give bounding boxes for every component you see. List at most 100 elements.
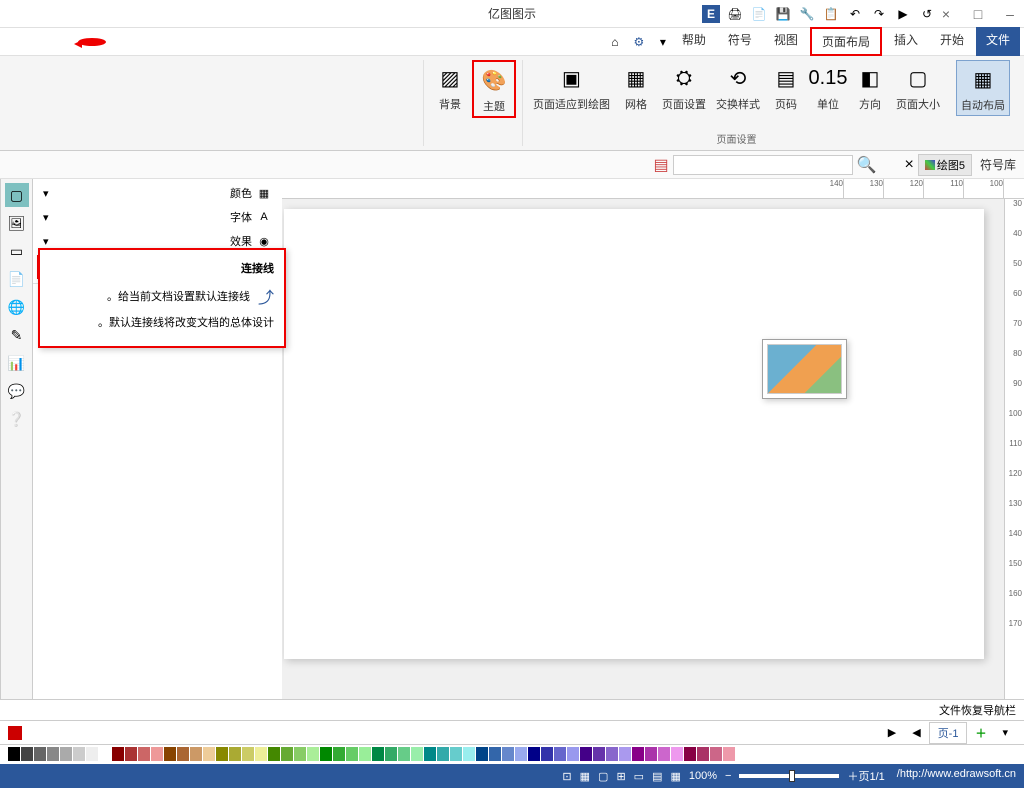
color-swatch[interactable] bbox=[658, 747, 670, 761]
vtool-7[interactable]: 💬 bbox=[5, 379, 29, 403]
color-swatch[interactable] bbox=[125, 747, 137, 761]
color-swatch[interactable] bbox=[138, 747, 150, 761]
color-swatch[interactable] bbox=[697, 747, 709, 761]
theme-thumbnail[interactable] bbox=[767, 344, 842, 394]
color-swatch[interactable] bbox=[242, 747, 254, 761]
canvas-area[interactable]: 100110120130140 304050607080901001101201… bbox=[282, 179, 1024, 699]
color-swatch[interactable] bbox=[593, 747, 605, 761]
canvas-page[interactable] bbox=[284, 209, 984, 659]
vtool-1[interactable]: 🖼 bbox=[5, 211, 29, 235]
prev-page-button[interactable]: ◀ bbox=[904, 724, 928, 741]
ribbon-btn-页面适应到绘图[interactable]: ▣页面适应到绘图 bbox=[529, 60, 614, 114]
titlebar-icon-8[interactable]: ▶ bbox=[894, 5, 912, 23]
color-swatch[interactable] bbox=[255, 747, 267, 761]
titlebar-icon-1[interactable]: 🖨 bbox=[726, 5, 744, 23]
panel-item-字体[interactable]: A字体▾ bbox=[37, 207, 278, 227]
color-swatch[interactable] bbox=[450, 747, 462, 761]
color-swatch[interactable] bbox=[294, 747, 306, 761]
titlebar-icon-3[interactable]: 💾 bbox=[774, 5, 792, 23]
search-icon[interactable]: 🔍 bbox=[857, 155, 877, 175]
menu-tab-页面布局[interactable]: 页面布局 bbox=[810, 27, 882, 56]
ribbon-btn-交换样式[interactable]: ⟲交换样式 bbox=[712, 60, 764, 114]
menu-tab-插入[interactable]: 插入 bbox=[884, 27, 928, 56]
color-swatch[interactable] bbox=[437, 747, 449, 761]
color-swatch[interactable] bbox=[8, 747, 20, 761]
panel-item-颜色[interactable]: ▦颜色▾ bbox=[37, 183, 278, 203]
color-swatch[interactable] bbox=[60, 747, 72, 761]
page-list-dropdown[interactable]: ▾ bbox=[994, 724, 1016, 741]
titlebar-icon-9[interactable]: ↺ bbox=[918, 5, 936, 23]
tab-close-icon[interactable]: × bbox=[905, 156, 914, 174]
window-max-button[interactable]: □ bbox=[968, 4, 988, 24]
color-swatch[interactable] bbox=[229, 747, 241, 761]
color-swatch[interactable] bbox=[645, 747, 657, 761]
color-swatch[interactable] bbox=[333, 747, 345, 761]
color-swatch[interactable] bbox=[385, 747, 397, 761]
gear-icon[interactable]: ⚙ bbox=[630, 33, 648, 51]
drawing-tab[interactable]: 绘图5 bbox=[918, 154, 972, 176]
view-mode-icon-4[interactable]: ▢ bbox=[598, 770, 608, 783]
color-swatch[interactable] bbox=[372, 747, 384, 761]
color-swatch[interactable] bbox=[723, 747, 735, 761]
color-swatch[interactable] bbox=[398, 747, 410, 761]
titlebar-icon-0[interactable]: E bbox=[702, 5, 720, 23]
vtool-5[interactable]: ✎ bbox=[5, 323, 29, 347]
color-swatch[interactable] bbox=[580, 747, 592, 761]
color-swatch[interactable] bbox=[463, 747, 475, 761]
color-swatch[interactable] bbox=[476, 747, 488, 761]
color-swatch[interactable] bbox=[632, 747, 644, 761]
menu-tab-开始[interactable]: 开始 bbox=[930, 27, 974, 56]
menu-tab-文件[interactable]: 文件 bbox=[976, 27, 1020, 56]
view-mode-icon-3[interactable]: ⊞ bbox=[616, 770, 625, 783]
color-swatch[interactable] bbox=[307, 747, 319, 761]
menu-tab-视图[interactable]: 视图 bbox=[764, 27, 808, 56]
view-mode-icon-1[interactable]: ▤ bbox=[652, 770, 662, 783]
view-mode-icon-5[interactable]: ▦ bbox=[580, 770, 590, 783]
color-swatch[interactable] bbox=[281, 747, 293, 761]
color-swatch[interactable] bbox=[671, 747, 683, 761]
next-page-button[interactable]: ▶ bbox=[880, 724, 904, 741]
color-swatch[interactable] bbox=[99, 747, 111, 761]
color-swatch[interactable] bbox=[489, 747, 501, 761]
color-swatch[interactable] bbox=[190, 747, 202, 761]
titlebar-icon-7[interactable]: ↷ bbox=[870, 5, 888, 23]
color-swatch[interactable] bbox=[554, 747, 566, 761]
window-close-button[interactable]: × bbox=[936, 4, 956, 24]
color-swatch[interactable] bbox=[216, 747, 228, 761]
color-swatch[interactable] bbox=[567, 747, 579, 761]
titlebar-icon-4[interactable]: 🔧 bbox=[798, 5, 816, 23]
color-swatch[interactable] bbox=[47, 747, 59, 761]
vtool-6[interactable]: 📊 bbox=[5, 351, 29, 375]
zoom-level[interactable]: 100% bbox=[689, 770, 717, 782]
color-swatch[interactable] bbox=[528, 747, 540, 761]
ribbon-btn-单位[interactable]: 0.15单位 bbox=[808, 60, 848, 114]
search-input[interactable] bbox=[673, 155, 853, 175]
color-swatch[interactable] bbox=[112, 747, 124, 761]
view-mode-icon-6[interactable]: ⊡ bbox=[562, 770, 571, 783]
color-swatch[interactable] bbox=[86, 747, 98, 761]
vtool-4[interactable]: 🌐 bbox=[5, 295, 29, 319]
window-min-button[interactable]: – bbox=[1000, 4, 1020, 24]
vtool-0[interactable]: ▢ bbox=[5, 183, 29, 207]
ribbon-btn-页码[interactable]: ▤页码 bbox=[766, 60, 806, 114]
zoom-slider[interactable] bbox=[739, 774, 839, 778]
titlebar-icon-5[interactable]: 📋 bbox=[822, 5, 840, 23]
current-page-tab[interactable]: 页-1 bbox=[929, 722, 968, 744]
color-swatch[interactable] bbox=[359, 747, 371, 761]
vtool-2[interactable]: ▭ bbox=[5, 239, 29, 263]
vtool-3[interactable]: 📄 bbox=[5, 267, 29, 291]
color-swatch[interactable] bbox=[34, 747, 46, 761]
ribbon-btn-页面大小[interactable]: ▢页面大小 bbox=[892, 60, 944, 114]
menu-tab-帮助[interactable]: 帮助 bbox=[672, 27, 716, 56]
qat-dropdown-icon[interactable]: ▾ bbox=[654, 33, 672, 51]
color-swatch[interactable] bbox=[320, 747, 332, 761]
list-view-icon[interactable]: ▤ bbox=[653, 155, 668, 175]
ribbon-btn-页面设置[interactable]: ⛭页面设置 bbox=[658, 60, 710, 114]
view-mode-icon-2[interactable]: ▭ bbox=[634, 770, 644, 783]
zoom-in-button[interactable]: ＋ bbox=[847, 768, 858, 784]
navigator-label[interactable]: 导航栏 bbox=[983, 702, 1016, 718]
view-mode-icon-0[interactable]: ▦ bbox=[670, 770, 680, 783]
color-swatch[interactable] bbox=[606, 747, 618, 761]
ribbon-btn-网格[interactable]: ▦网格 bbox=[616, 60, 656, 114]
color-swatch[interactable] bbox=[73, 747, 85, 761]
